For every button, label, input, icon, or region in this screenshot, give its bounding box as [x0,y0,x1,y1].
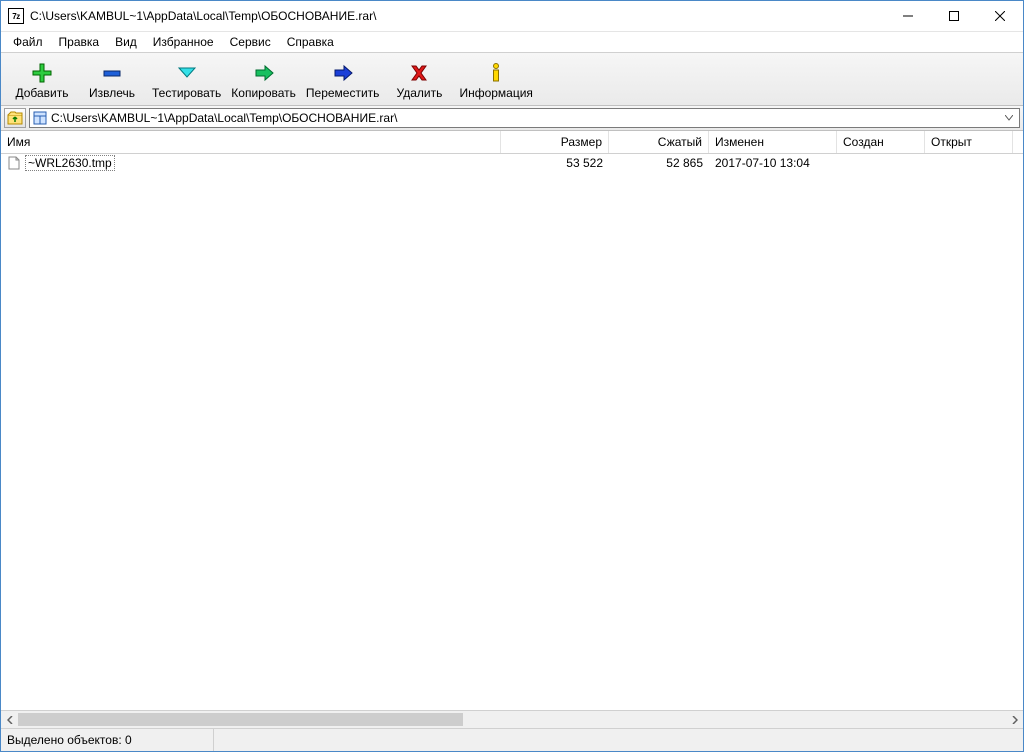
address-dropdown-arrow[interactable] [1002,113,1016,123]
status-empty [214,729,1023,751]
toolbar-move-button[interactable]: Переместить [301,59,385,103]
file-list[interactable]: ~WRL2630.tmp 53 522 52 865 2017-07-10 13… [1,154,1023,710]
minus-icon [101,62,123,84]
copy-arrow-icon [253,62,275,84]
toolbar-delete-label: Удалить [397,86,443,100]
scroll-left-arrow[interactable] [1,711,18,728]
file-size: 53 522 [501,156,609,170]
maximize-button[interactable] [931,1,977,31]
window-controls [885,1,1023,31]
toolbar: Добавить Извлечь Тестировать Копировать … [1,52,1023,106]
toolbar-extract-button[interactable]: Извлечь [77,59,147,103]
menu-file[interactable]: Файл [5,33,51,51]
status-selection: Выделено объектов: 0 [1,729,214,751]
app-window: 7z C:\Users\KAMBUL~1\AppData\Local\Temp\… [0,0,1024,752]
move-arrow-icon [332,62,354,84]
file-modified: 2017-07-10 13:04 [709,156,837,170]
col-packed[interactable]: Сжатый [609,131,709,153]
check-down-icon [176,62,198,84]
toolbar-test-label: Тестировать [152,86,221,100]
folder-up-icon [7,110,23,126]
menu-tools[interactable]: Сервис [222,33,279,51]
col-modified[interactable]: Изменен [709,131,837,153]
window-title: C:\Users\KAMBUL~1\AppData\Local\Temp\ОБО… [30,9,376,23]
col-created[interactable]: Создан [837,131,925,153]
toolbar-add-button[interactable]: Добавить [7,59,77,103]
info-icon [485,62,507,84]
archive-icon [33,111,47,125]
toolbar-info-label: Информация [459,86,532,100]
scroll-thumb[interactable] [18,713,463,726]
column-headers: Имя Размер Сжатый Изменен Создан Открыт [1,131,1023,154]
col-size[interactable]: Размер [501,131,609,153]
chevron-down-icon [1005,115,1013,121]
minimize-button[interactable] [885,1,931,31]
menu-favorites[interactable]: Избранное [145,33,222,51]
menu-edit[interactable]: Правка [51,33,108,51]
address-text: C:\Users\KAMBUL~1\AppData\Local\Temp\ОБО… [51,111,998,125]
toolbar-copy-button[interactable]: Копировать [226,59,301,103]
file-name-cell: ~WRL2630.tmp [1,155,501,171]
toolbar-info-button[interactable]: Информация [454,59,537,103]
file-name: ~WRL2630.tmp [25,155,115,171]
menu-help[interactable]: Справка [279,33,342,51]
close-icon [995,11,1005,21]
delete-x-icon [408,62,430,84]
file-icon [7,156,21,170]
toolbar-add-label: Добавить [15,86,68,100]
toolbar-extract-label: Извлечь [89,86,135,100]
toolbar-copy-label: Копировать [231,86,296,100]
address-bar: C:\Users\KAMBUL~1\AppData\Local\Temp\ОБО… [1,106,1023,131]
col-name[interactable]: Имя [1,131,501,153]
toolbar-delete-button[interactable]: Удалить [384,59,454,103]
col-opened[interactable]: Открыт [925,131,1013,153]
file-row[interactable]: ~WRL2630.tmp 53 522 52 865 2017-07-10 13… [1,154,1023,172]
maximize-icon [949,11,959,21]
close-button[interactable] [977,1,1023,31]
scroll-right-arrow[interactable] [1006,711,1023,728]
address-input[interactable]: C:\Users\KAMBUL~1\AppData\Local\Temp\ОБО… [29,108,1020,128]
horizontal-scrollbar[interactable] [1,710,1023,728]
menu-view[interactable]: Вид [107,33,145,51]
file-packed: 52 865 [609,156,709,170]
chevron-right-icon [1012,716,1018,724]
up-button[interactable] [4,108,26,128]
plus-icon [31,62,53,84]
chevron-left-icon [7,716,13,724]
app-icon: 7z [8,8,24,24]
minimize-icon [903,11,913,21]
menu-bar: Файл Правка Вид Избранное Сервис Справка [1,32,1023,52]
scroll-track[interactable] [18,711,1006,728]
toolbar-test-button[interactable]: Тестировать [147,59,226,103]
toolbar-move-label: Переместить [306,86,380,100]
title-bar: 7z C:\Users\KAMBUL~1\AppData\Local\Temp\… [1,1,1023,32]
status-bar: Выделено объектов: 0 [1,728,1023,751]
